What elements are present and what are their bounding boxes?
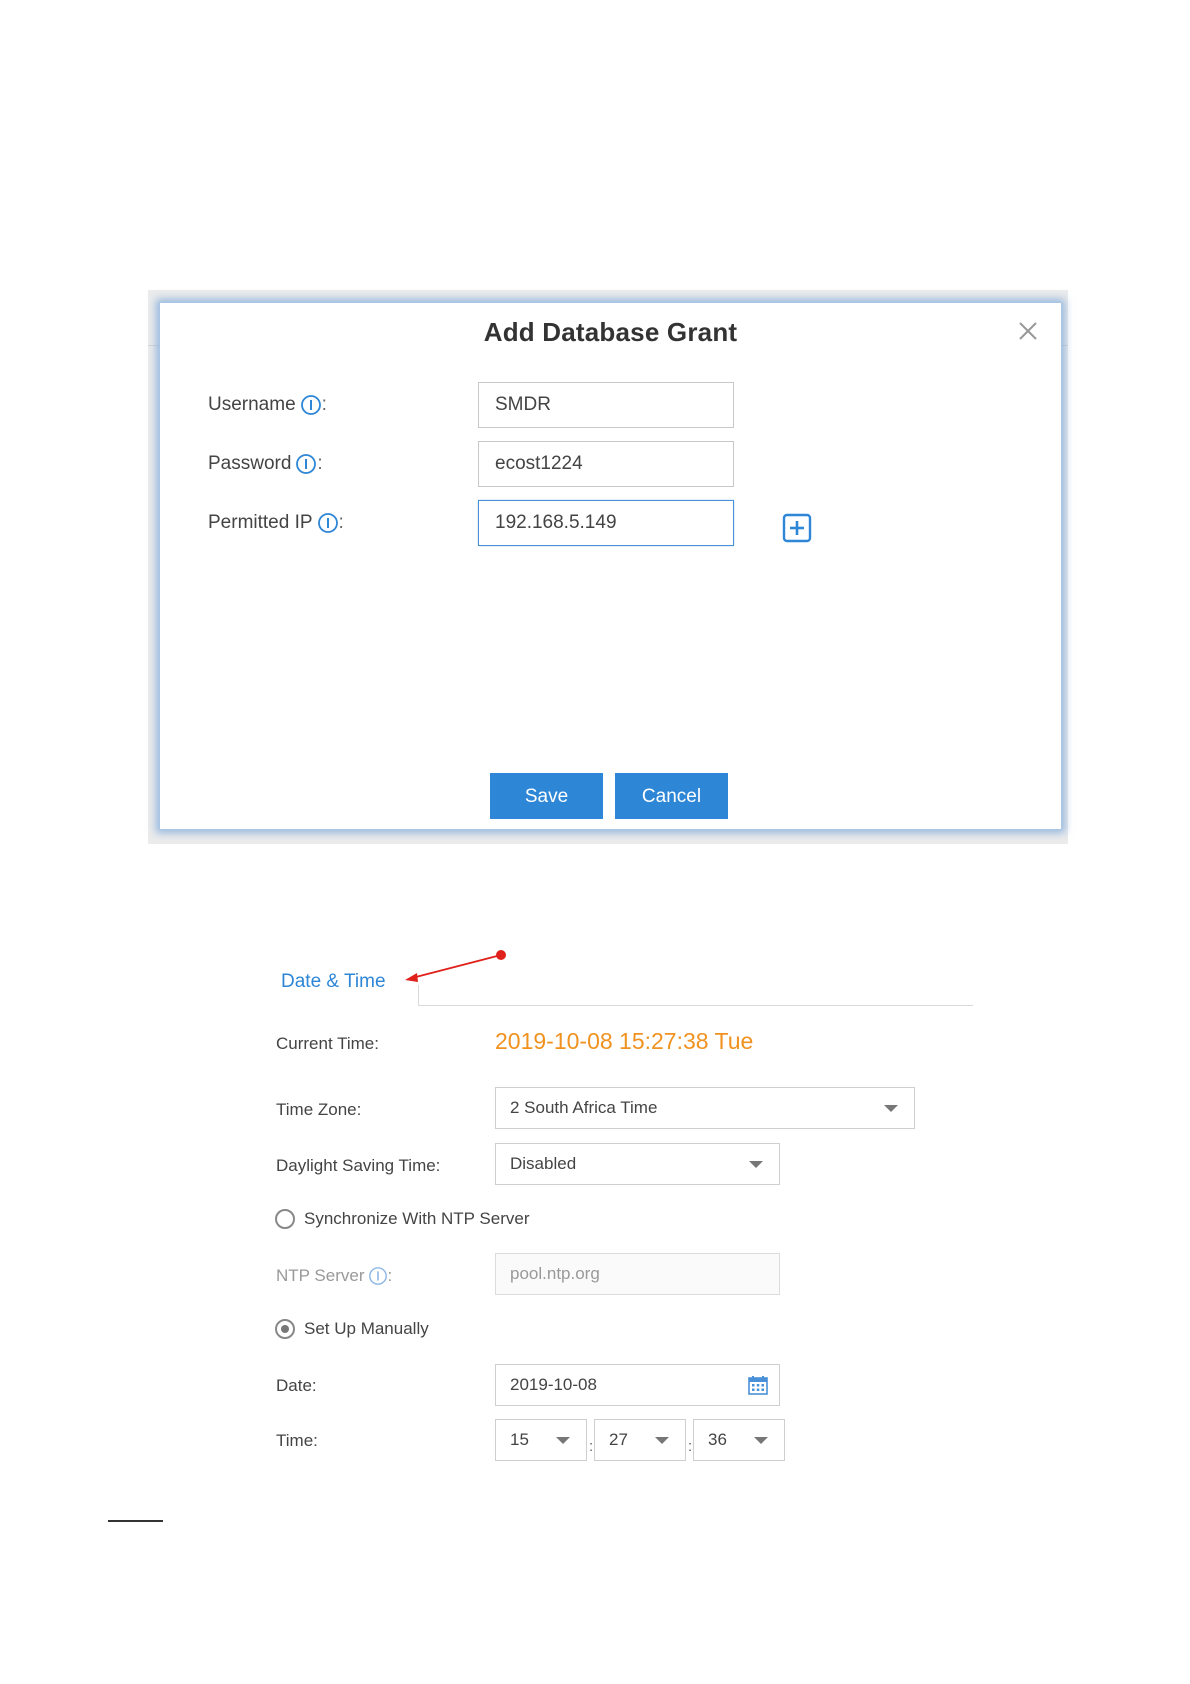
chevron-down-icon — [884, 1105, 898, 1112]
ntp-server-value: pool.ntp.org — [510, 1264, 600, 1283]
minute-value: 27 — [609, 1430, 628, 1449]
colon: : — [338, 512, 344, 533]
info-icon[interactable] — [300, 394, 322, 416]
password-label: Password — [208, 453, 292, 474]
info-icon[interactable] — [317, 512, 339, 534]
manual-radio[interactable] — [275, 1319, 295, 1339]
manual-radio-option[interactable]: Set Up Manually — [275, 1319, 429, 1339]
second-value: 36 — [708, 1430, 727, 1449]
minute-select[interactable]: 27 — [594, 1419, 686, 1461]
manual-option-label: Set Up Manually — [304, 1319, 429, 1338]
ntp-radio[interactable] — [275, 1209, 295, 1229]
time-label: Time: — [276, 1431, 318, 1450]
time-separator: : — [688, 1438, 693, 1455]
permitted-ip-row: Permitted IP : — [208, 500, 734, 546]
permitted-ip-input[interactable] — [478, 500, 734, 546]
tab-divider — [418, 985, 419, 1006]
password-label-group: Password : — [208, 453, 478, 475]
hour-select[interactable]: 15 — [495, 1419, 587, 1461]
permitted-ip-label: Permitted IP — [208, 512, 313, 533]
second-select[interactable]: 36 — [693, 1419, 785, 1461]
password-input[interactable] — [478, 441, 734, 487]
dst-value: Disabled — [510, 1154, 577, 1173]
tab-date-time[interactable]: Date & Time — [281, 971, 386, 993]
chevron-down-icon — [754, 1437, 768, 1444]
date-value: 2019-10-08 — [510, 1375, 597, 1394]
dst-select[interactable]: Disabled — [495, 1143, 780, 1185]
dst-label: Daylight Saving Time: — [276, 1156, 441, 1175]
add-database-grant-dialog: Add Database Grant Username : Password — [159, 302, 1062, 830]
chevron-down-icon — [655, 1437, 669, 1444]
ntp-server-label-group: NTP Server : — [276, 1266, 392, 1286]
username-label: Username — [208, 394, 296, 415]
add-ip-plus-icon[interactable] — [782, 513, 812, 543]
annotation-arrow-icon — [405, 950, 506, 982]
cancel-button[interactable]: Cancel — [615, 773, 728, 819]
password-row: Password : — [208, 441, 734, 487]
current-time-value: 2019-10-08 15:27:38 Tue — [495, 1028, 754, 1054]
username-label-group: Username : — [208, 394, 478, 416]
colon: : — [317, 453, 323, 474]
dialog-screenshot: Add Database Grant Username : Password — [148, 290, 1068, 844]
ntp-server-input[interactable]: pool.ntp.org — [495, 1253, 780, 1295]
username-row: Username : — [208, 382, 734, 428]
calendar-icon[interactable] — [747, 1374, 769, 1396]
info-icon[interactable] — [295, 453, 317, 475]
close-icon[interactable] — [1017, 320, 1039, 342]
info-icon[interactable] — [368, 1266, 388, 1286]
chevron-down-icon — [749, 1161, 763, 1168]
current-time-label: Current Time: — [276, 1034, 379, 1053]
tab-underline — [418, 1005, 973, 1006]
date-input[interactable]: 2019-10-08 — [495, 1364, 780, 1406]
time-separator: : — [589, 1438, 594, 1455]
footnote-rule — [108, 1520, 163, 1522]
hour-value: 15 — [510, 1430, 529, 1449]
colon: : — [387, 1266, 393, 1285]
ntp-radio-option[interactable]: Synchronize With NTP Server — [275, 1209, 529, 1229]
username-input[interactable] — [478, 382, 734, 428]
ntp-server-label: NTP Server — [276, 1266, 365, 1285]
dialog-title: Add Database Grant — [483, 317, 738, 347]
save-button[interactable]: Save — [490, 773, 603, 819]
time-zone-select[interactable]: 2 South Africa Time — [495, 1087, 915, 1129]
time-zone-label: Time Zone: — [276, 1100, 362, 1119]
chevron-down-icon — [556, 1437, 570, 1444]
ntp-option-label: Synchronize With NTP Server — [304, 1209, 530, 1228]
time-zone-value: 2 South Africa Time — [510, 1098, 658, 1117]
permitted-ip-label-group: Permitted IP : — [208, 512, 478, 534]
date-label: Date: — [276, 1376, 317, 1395]
colon: : — [321, 394, 327, 415]
